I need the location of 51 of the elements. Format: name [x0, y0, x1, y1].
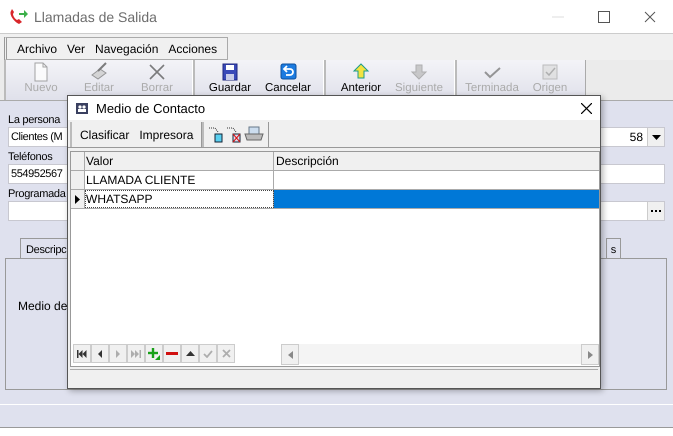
toolbar-button[interactable]: Impresora	[135, 126, 198, 142]
field-label: Programada	[8, 187, 66, 201]
dialog-title: Medio de Contacto	[96, 100, 206, 116]
menu-item[interactable]: Ver	[63, 42, 90, 56]
last-record-icon	[131, 350, 141, 358]
field-label: La persona	[8, 113, 60, 127]
navigator-button[interactable]	[163, 344, 181, 363]
scroll-left-icon[interactable]	[288, 350, 292, 358]
column-header[interactable]: Descripción	[274, 152, 599, 170]
horizontal-scrollbar[interactable]	[281, 344, 599, 364]
checkmark-icon	[203, 350, 213, 358]
up-triangle-icon	[186, 351, 194, 356]
plus-icon	[148, 348, 160, 360]
bottle-cross-icon[interactable]	[226, 126, 242, 144]
menu-item[interactable]: Navegación	[91, 42, 162, 56]
cross-icon	[222, 349, 230, 358]
maximize-icon[interactable]	[598, 10, 610, 22]
scroll-right-icon[interactable]	[588, 350, 592, 358]
navigator-button[interactable]	[181, 344, 199, 363]
field-label: Medio de	[18, 299, 68, 313]
dropdown-arrow-icon[interactable]	[652, 134, 660, 140]
phone-icon	[8, 8, 28, 26]
window-title: Llamadas de Salida	[34, 8, 158, 24]
contact-card-icon	[76, 102, 88, 114]
first-record-icon	[77, 350, 87, 358]
close-icon[interactable]	[581, 102, 592, 114]
field-label: Teléfonos	[8, 150, 52, 164]
menu-item[interactable]: Acciones	[164, 42, 222, 56]
minus-icon	[166, 352, 178, 355]
table-cell[interactable]: LLAMADA CLIENTE	[85, 171, 274, 189]
toolbar-button[interactable]: Cancelar	[259, 60, 317, 94]
pencil-icon	[89, 62, 109, 82]
toolbar-button[interactable]: Clasificar	[76, 126, 134, 142]
down-arrow-icon	[409, 62, 429, 82]
toolbar-button[interactable]: Guardar	[201, 60, 259, 94]
bottle-arrow-icon[interactable]	[208, 126, 224, 144]
close-icon[interactable]	[644, 10, 656, 22]
selected-cell[interactable]	[274, 190, 599, 208]
row-indicator[interactable]	[71, 190, 85, 208]
cross-icon	[147, 62, 167, 82]
tab[interactable]: s	[606, 238, 621, 258]
ellipsis-icon[interactable]	[650, 210, 662, 212]
navigator-button[interactable]	[73, 344, 91, 363]
toolbar-button[interactable]: Anterior	[332, 60, 390, 94]
previous-record-icon	[98, 350, 102, 358]
navigator-button[interactable]	[91, 344, 109, 363]
table-cell[interactable]: WHATSAPP	[85, 190, 274, 208]
column-header[interactable]: Valor	[85, 152, 274, 170]
printer-icon[interactable]	[244, 126, 264, 144]
menu-item[interactable]: Archivo	[13, 42, 62, 56]
next-record-icon	[116, 350, 120, 358]
